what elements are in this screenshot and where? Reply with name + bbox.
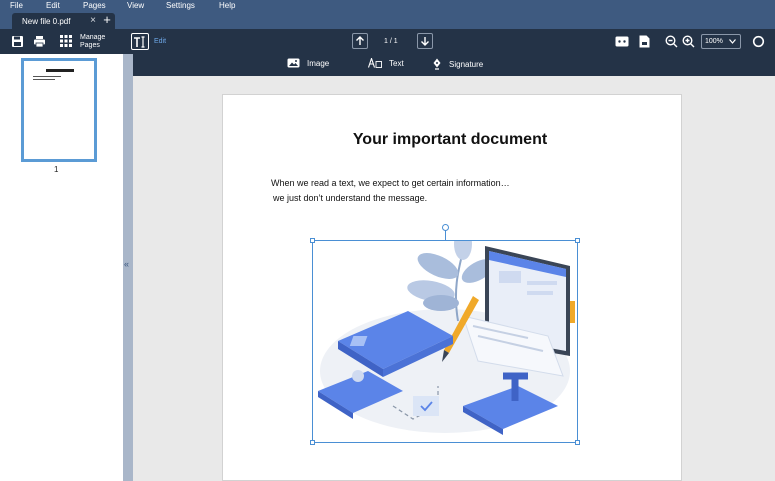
search-icon — [752, 35, 765, 48]
print-button[interactable] — [32, 34, 47, 49]
zoom-value: 100% — [705, 38, 723, 45]
resize-handle-sw[interactable] — [310, 440, 315, 445]
text-box-icon — [368, 58, 382, 68]
insert-image-tool[interactable]: Image — [287, 58, 329, 68]
chevron-down-icon — [729, 39, 736, 44]
text-tool-label: Text — [389, 58, 404, 68]
slideshow-button[interactable] — [614, 34, 629, 49]
arrow-down-icon — [421, 37, 429, 46]
zoom-in-icon — [682, 35, 695, 48]
zoom-select[interactable]: 100% — [701, 34, 741, 49]
page-indicator: 1 / 1 — [384, 38, 398, 45]
image-icon — [287, 58, 300, 68]
document-text-line[interactable]: we just don’t understand the message. — [273, 193, 427, 203]
menu-pages[interactable]: Pages — [83, 1, 106, 10]
rotation-handle-line — [445, 230, 446, 240]
zoom-out-button[interactable] — [664, 34, 679, 49]
previous-page-button[interactable] — [352, 33, 368, 49]
signature-tool-label: Signature — [449, 59, 484, 69]
tab-close-icon[interactable]: × — [90, 15, 96, 26]
signature-tool[interactable]: Signature — [432, 58, 483, 70]
app-window: File Edit Pages View Settings Help New f… — [0, 0, 775, 481]
edit-mode-button[interactable] — [131, 33, 149, 50]
menu-bar: File Edit Pages View Settings Help — [0, 0, 775, 12]
zoom-out-icon — [665, 35, 678, 48]
document-icon — [639, 35, 650, 48]
image-tool-label: Image — [307, 58, 330, 68]
thumbnail-text-line — [33, 79, 55, 80]
save-button[interactable] — [10, 34, 25, 49]
resize-handle-nw[interactable] — [310, 238, 315, 243]
main-toolbar: Manage Pages Edit 1 / 1 100% — [0, 29, 775, 54]
page-thumbnail[interactable] — [21, 58, 97, 162]
menu-settings[interactable]: Settings — [166, 1, 195, 10]
page-view-button[interactable] — [637, 34, 652, 49]
grid-icon — [60, 35, 72, 47]
thumbnail-text-line — [33, 76, 61, 77]
menu-view[interactable]: View — [127, 1, 144, 10]
collapse-panel-icon[interactable]: « — [124, 259, 129, 269]
panel-splitter[interactable]: « — [123, 54, 133, 481]
rotation-handle[interactable] — [442, 224, 449, 231]
save-icon — [12, 36, 23, 47]
manage-pages-label[interactable]: Manage Pages — [80, 34, 105, 50]
menu-edit[interactable]: Edit — [46, 1, 60, 10]
arrow-up-icon — [356, 36, 364, 45]
text-edit-icon — [134, 35, 145, 48]
manage-pages-button[interactable] — [59, 34, 73, 48]
resize-handle-ne[interactable] — [575, 238, 580, 243]
thumbnail-title-line — [46, 69, 74, 72]
search-button[interactable] — [751, 34, 766, 49]
menu-help[interactable]: Help — [219, 1, 235, 10]
menu-file[interactable]: File — [10, 1, 23, 10]
tab-label: New file 0.pdf — [22, 16, 71, 26]
edit-tools-bar: Image Text Signature — [133, 54, 775, 76]
zoom-in-button[interactable] — [681, 34, 696, 49]
image-selection-box[interactable] — [312, 240, 578, 443]
document-text-line[interactable]: When we read a text, we expect to get ce… — [271, 178, 510, 188]
resize-handle-se[interactable] — [575, 440, 580, 445]
add-text-tool[interactable]: Text — [368, 58, 404, 68]
edit-mode-label: Edit — [154, 38, 167, 45]
print-icon — [34, 36, 45, 48]
tab-bar: New file 0.pdf × + — [0, 12, 775, 29]
screen-icon — [615, 36, 628, 47]
new-tab-button[interactable]: + — [100, 13, 114, 27]
thumbnail-page-number: 1 — [54, 165, 59, 174]
pen-nib-icon — [433, 58, 441, 70]
document-title[interactable]: Your important document — [223, 131, 677, 149]
next-page-button[interactable] — [417, 33, 433, 49]
